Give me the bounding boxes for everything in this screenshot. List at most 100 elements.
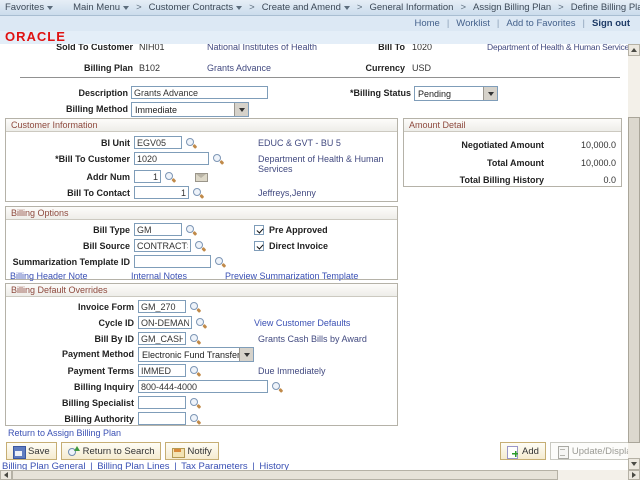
amount-detail-box: Amount Detail Negotiated Amount 10,000.0… bbox=[403, 118, 622, 187]
scroll-up-button[interactable] bbox=[628, 44, 640, 56]
scroll-right-button[interactable] bbox=[628, 470, 640, 480]
bill-by-id-lookup-magnifier-icon[interactable] bbox=[189, 333, 201, 345]
negotiated-amount-label: Negotiated Amount bbox=[461, 140, 544, 150]
description-row: Description *Billing Status Pending bbox=[0, 86, 628, 102]
bill-type-input[interactable] bbox=[134, 223, 182, 236]
dropdown-arrow-icon bbox=[343, 5, 350, 10]
summarization-template-input[interactable] bbox=[134, 255, 211, 268]
payment-terms-input[interactable] bbox=[138, 364, 186, 377]
breadcrumb-item-define-billing-plan[interactable]: Define Billing Plan bbox=[566, 2, 640, 13]
scroll-down-button[interactable] bbox=[628, 458, 640, 470]
return-to-search-button[interactable]: Return to Search bbox=[60, 442, 162, 460]
add-to-favorites-link[interactable]: Add to Favorites bbox=[506, 18, 575, 29]
vertical-scroll-thumb[interactable] bbox=[628, 117, 640, 443]
update-display-button[interactable]: Update/Display bbox=[549, 442, 628, 460]
bill-source-input[interactable] bbox=[134, 239, 191, 252]
bill-to-contact-input[interactable] bbox=[134, 186, 189, 199]
bill-to-customer-input[interactable] bbox=[134, 152, 209, 165]
home-link[interactable]: Home bbox=[414, 18, 439, 29]
return-to-assign-billing-plan-link[interactable]: Return to Assign Billing Plan bbox=[8, 428, 121, 438]
billing-options-title: Billing Options bbox=[6, 207, 397, 220]
billing-inquiry-input[interactable] bbox=[138, 380, 268, 393]
payment-method-select[interactable]: Electronic Fund Transfer bbox=[138, 347, 254, 362]
update-display-page-icon bbox=[557, 445, 569, 459]
internal-notes-link[interactable]: Internal Notes bbox=[131, 271, 187, 281]
bill-to-customer-lookup-magnifier-icon[interactable] bbox=[212, 153, 224, 165]
save-button[interactable]: Save bbox=[6, 442, 57, 460]
billing-authority-input[interactable] bbox=[138, 412, 186, 425]
payment-terms-lookup-magnifier-icon[interactable] bbox=[189, 365, 201, 377]
summarization-lookup-magnifier-icon[interactable] bbox=[214, 256, 226, 268]
payment-terms-description: Due Immediately bbox=[258, 366, 326, 376]
pre-approved-checkbox[interactable] bbox=[254, 225, 264, 235]
bi-unit-lookup-magnifier-icon[interactable] bbox=[185, 137, 197, 149]
bill-to-contact-lookup-magnifier-icon[interactable] bbox=[192, 187, 204, 199]
tab-tax-parameters[interactable]: Tax Parameters bbox=[181, 461, 248, 470]
currency-value: USD bbox=[412, 63, 432, 73]
favorites-label: Favorites bbox=[5, 2, 45, 13]
bill-source-lookup-magnifier-icon[interactable] bbox=[194, 240, 206, 252]
description-input[interactable] bbox=[131, 86, 268, 99]
addr-num-input[interactable] bbox=[134, 170, 161, 183]
bi-unit-description: EDUC & GVT - BU 5 bbox=[258, 138, 341, 148]
cycle-id-row: Cycle ID View Customer Defaults bbox=[6, 316, 397, 330]
billing-authority-label: Billing Authority bbox=[64, 414, 134, 424]
link-separator: | bbox=[582, 18, 585, 29]
notify-button[interactable]: Notify bbox=[165, 442, 219, 460]
component-tabs: Billing Plan General | Billing Plan Line… bbox=[2, 461, 289, 470]
divider bbox=[20, 77, 620, 78]
billing-specialist-label: Billing Specialist bbox=[61, 398, 134, 408]
tab-history[interactable]: History bbox=[259, 461, 289, 470]
link-separator: | bbox=[446, 18, 450, 29]
save-floppy-disk-icon bbox=[13, 445, 26, 459]
billing-specialist-lookup-magnifier-icon[interactable] bbox=[189, 397, 201, 409]
billing-default-overrides-title: Billing Default Overrides bbox=[6, 284, 397, 297]
horizontal-scroll-thumb[interactable] bbox=[12, 470, 558, 480]
bi-unit-input[interactable] bbox=[134, 136, 182, 149]
bill-by-id-row: Bill By ID Grants Cash Bills by Award bbox=[6, 332, 397, 346]
address-envelope-icon[interactable] bbox=[195, 173, 208, 182]
billing-status-select[interactable]: Pending bbox=[414, 86, 498, 101]
bill-by-id-input[interactable] bbox=[138, 332, 186, 345]
billing-plan-value: B102 bbox=[139, 63, 161, 73]
total-billing-history-value: 0.0 bbox=[603, 175, 616, 185]
cycle-id-lookup-magnifier-icon[interactable] bbox=[195, 317, 207, 329]
preview-summarization-template-link[interactable]: Preview Summarization Template bbox=[225, 271, 358, 281]
breadcrumb-separator: > bbox=[356, 2, 363, 13]
breadcrumb-item-general-information[interactable]: General Information bbox=[364, 2, 458, 13]
scroll-left-button[interactable] bbox=[0, 470, 12, 480]
billing-plan-name: Grants Advance bbox=[207, 63, 272, 73]
billing-inquiry-lookup-magnifier-icon[interactable] bbox=[271, 381, 283, 393]
select-arrow-icon bbox=[234, 103, 248, 116]
breadcrumb-item-customer-contracts[interactable]: Customer Contracts bbox=[144, 2, 247, 13]
bill-by-id-description: Grants Cash Bills by Award bbox=[258, 334, 367, 344]
favorites-menu[interactable]: Favorites bbox=[0, 2, 58, 13]
invoice-form-lookup-magnifier-icon[interactable] bbox=[189, 301, 201, 313]
addr-num-lookup-magnifier-icon[interactable] bbox=[164, 171, 176, 183]
tab-billing-plan-lines[interactable]: Billing Plan Lines bbox=[97, 461, 169, 470]
billing-header-note-link[interactable]: Billing Header Note bbox=[10, 271, 88, 281]
billing-specialist-input[interactable] bbox=[138, 396, 186, 409]
bill-type-lookup-magnifier-icon[interactable] bbox=[185, 224, 197, 236]
dropdown-arrow-icon bbox=[47, 5, 54, 10]
summary-row-sold-to: Sold To Customer NIH01 National Institut… bbox=[0, 44, 628, 54]
billing-authority-lookup-magnifier-icon[interactable] bbox=[189, 413, 201, 425]
worklist-link[interactable]: Worklist bbox=[456, 18, 490, 29]
add-button[interactable]: Add bbox=[500, 442, 546, 460]
cycle-id-input[interactable] bbox=[138, 316, 192, 329]
breadcrumb-item-create-and-amend[interactable]: Create and Amend bbox=[257, 2, 355, 13]
breadcrumb-item-main-menu[interactable]: Main Menu bbox=[68, 2, 134, 13]
billing-status-label: *Billing Status bbox=[349, 88, 411, 98]
billing-method-select[interactable]: Immediate bbox=[131, 102, 249, 117]
sign-out-link[interactable]: Sign out bbox=[592, 18, 630, 29]
invoice-form-input[interactable] bbox=[138, 300, 186, 313]
view-customer-defaults-link[interactable]: View Customer Defaults bbox=[254, 318, 350, 328]
breadcrumb-item-assign-billing-plan[interactable]: Assign Billing Plan bbox=[468, 2, 556, 13]
bill-source-label: Bill Source bbox=[82, 241, 130, 251]
bill-to-name: Department of Health & Human Services bbox=[487, 44, 628, 52]
bill-to-contact-label: Bill To Contact bbox=[67, 188, 130, 198]
tab-billing-plan-general[interactable]: Billing Plan General bbox=[2, 461, 85, 470]
vertical-scrollbar[interactable] bbox=[628, 44, 640, 470]
horizontal-scrollbar[interactable] bbox=[0, 470, 640, 480]
direct-invoice-checkbox[interactable] bbox=[254, 241, 264, 251]
